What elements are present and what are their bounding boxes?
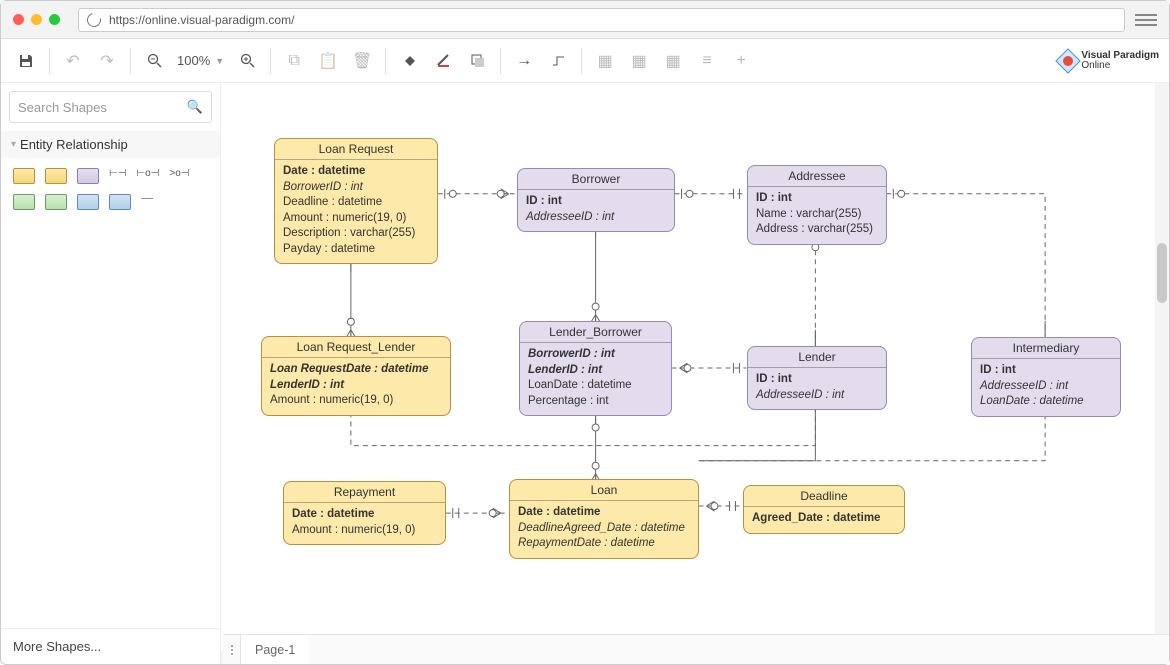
page-tabs: Page-1 <box>223 634 1169 664</box>
align-button[interactable]: ≡ <box>692 46 722 76</box>
front-button[interactable]: ▦ <box>590 46 620 76</box>
tab-grip[interactable] <box>223 635 241 664</box>
shape-rel-3[interactable]: >o⊣ <box>169 168 189 184</box>
vertical-scrollbar[interactable] <box>1155 83 1169 640</box>
shape-entity-blue[interactable] <box>77 194 99 210</box>
shape-entity-blue-2[interactable] <box>109 194 131 210</box>
close-dot[interactable] <box>13 14 24 25</box>
entity-body: ID : intName : varchar(255)Address : var… <box>748 187 886 244</box>
entity-repayment[interactable]: Repayment Date : datetimeAmount : numeri… <box>283 481 446 545</box>
paste-button[interactable]: 📋 <box>313 46 343 76</box>
entity-title: Loan Request_Lender <box>262 337 450 358</box>
entity-body: BorrowerID : intLenderID : intLoanDate :… <box>520 343 671 415</box>
entity-body: Agreed_Date : datetime <box>744 507 904 533</box>
delete-button[interactable]: 🗑 <box>347 46 377 76</box>
entity-body: ID : intAddresseeID : intLoanDate : date… <box>972 359 1120 416</box>
page-tab[interactable]: Page-1 <box>241 635 309 664</box>
shape-entity-green-2[interactable] <box>45 194 67 210</box>
category-header[interactable]: Entity Relationship <box>1 131 220 158</box>
waypoint-button[interactable] <box>543 46 573 76</box>
entity-title: Lender_Borrower <box>520 322 671 343</box>
shape-rel-2[interactable]: ⊢o⊣ <box>136 168 159 184</box>
entity-title: Borrower <box>518 169 674 190</box>
hamburger-menu[interactable] <box>1135 14 1157 26</box>
entity-body: Date : datetimeBorrowerID : intDeadline … <box>275 160 437 263</box>
scroll-thumb[interactable] <box>1157 243 1167 303</box>
reload-icon[interactable] <box>84 10 103 29</box>
shape-palette: ⊢⊣ ⊢o⊣ >o⊣ ┄┄ <box>1 158 220 220</box>
entity-title: Loan <box>510 480 698 501</box>
shadow-button[interactable] <box>462 46 492 76</box>
back-button[interactable]: ▦ <box>624 46 654 76</box>
canvas[interactable]: Loan Request Date : datetimeBorrowerID :… <box>221 83 1169 664</box>
save-button[interactable] <box>11 46 41 76</box>
group-button[interactable]: ▦ <box>658 46 688 76</box>
entity-intermediary[interactable]: Intermediary ID : intAddresseeID : intLo… <box>971 337 1121 417</box>
url-bar[interactable]: https://online.visual-paradigm.com/ <box>78 8 1125 32</box>
zoom-out-button[interactable] <box>139 46 169 76</box>
entity-body: ID : intAddresseeID : int <box>748 368 886 409</box>
entity-title: Deadline <box>744 486 904 507</box>
shape-entity-green[interactable] <box>13 194 35 210</box>
url-text: https://online.visual-paradigm.com/ <box>109 13 294 27</box>
entity-body: Loan RequestDate : datetimeLenderID : in… <box>262 358 450 415</box>
minimize-dot[interactable] <box>31 14 42 25</box>
entity-body: Date : datetimeDeadlineAgreed_Date : dat… <box>510 501 698 558</box>
entity-body: Date : datetimeAmount : numeric(19, 0) <box>284 503 445 544</box>
zoom-in-button[interactable] <box>232 46 262 76</box>
maximize-dot[interactable] <box>49 14 60 25</box>
title-bar: https://online.visual-paradigm.com/ <box>1 1 1169 39</box>
fill-button[interactable] <box>394 46 424 76</box>
entity-body: ID : intAddresseeID : int <box>518 190 674 231</box>
entity-borrower[interactable]: Borrower ID : intAddresseeID : int <box>517 168 675 232</box>
connector-button[interactable]: → <box>509 46 539 76</box>
stroke-button[interactable] <box>428 46 458 76</box>
entity-loan-request[interactable]: Loan Request Date : datetimeBorrowerID :… <box>274 138 438 264</box>
search-icon: 🔍 <box>187 99 203 115</box>
redo-button[interactable]: ↷ <box>92 46 122 76</box>
entity-title: Lender <box>748 347 886 368</box>
entity-lender-borrower[interactable]: Lender_Borrower BorrowerID : intLenderID… <box>519 321 672 416</box>
logo[interactable]: Visual ParadigmOnline <box>1059 51 1159 71</box>
undo-button[interactable]: ↶ <box>58 46 88 76</box>
sidebar: Search Shapes 🔍 Entity Relationship ⊢⊣ ⊢… <box>1 83 221 664</box>
shape-entity-yellow-2[interactable] <box>45 168 67 184</box>
entity-title: Intermediary <box>972 338 1120 359</box>
shape-entity-yellow[interactable] <box>13 168 35 184</box>
entity-deadline[interactable]: Deadline Agreed_Date : datetime <box>743 485 905 534</box>
zoom-level[interactable]: 100%▼ <box>173 53 228 68</box>
more-shapes-button[interactable]: More Shapes... <box>1 628 220 664</box>
entity-loan-request-lender[interactable]: Loan Request_Lender Loan RequestDate : d… <box>261 336 451 416</box>
entity-title: Loan Request <box>275 139 437 160</box>
search-placeholder: Search Shapes <box>18 100 187 115</box>
shape-entity-purple[interactable] <box>77 168 99 184</box>
search-input[interactable]: Search Shapes 🔍 <box>9 91 212 123</box>
entity-title: Repayment <box>284 482 445 503</box>
window-controls <box>13 14 60 25</box>
copy-button[interactable]: ⧉ <box>279 46 309 76</box>
logo-icon <box>1056 48 1081 73</box>
shape-rel-1[interactable]: ⊢⊣ <box>109 168 126 184</box>
entity-addressee[interactable]: Addressee ID : intName : varchar(255)Add… <box>747 165 887 245</box>
entity-loan[interactable]: Loan Date : datetimeDeadlineAgreed_Date … <box>509 479 699 559</box>
entity-title: Addressee <box>748 166 886 187</box>
add-button[interactable]: + <box>726 46 756 76</box>
entity-lender[interactable]: Lender ID : intAddresseeID : int <box>747 346 887 410</box>
toolbar: ↶ ↷ 100%▼ ⧉ 📋 🗑 → ▦ ▦ ▦ ≡ + Visual Parad… <box>1 39 1169 83</box>
shape-line[interactable]: ┄┄ <box>141 194 153 210</box>
